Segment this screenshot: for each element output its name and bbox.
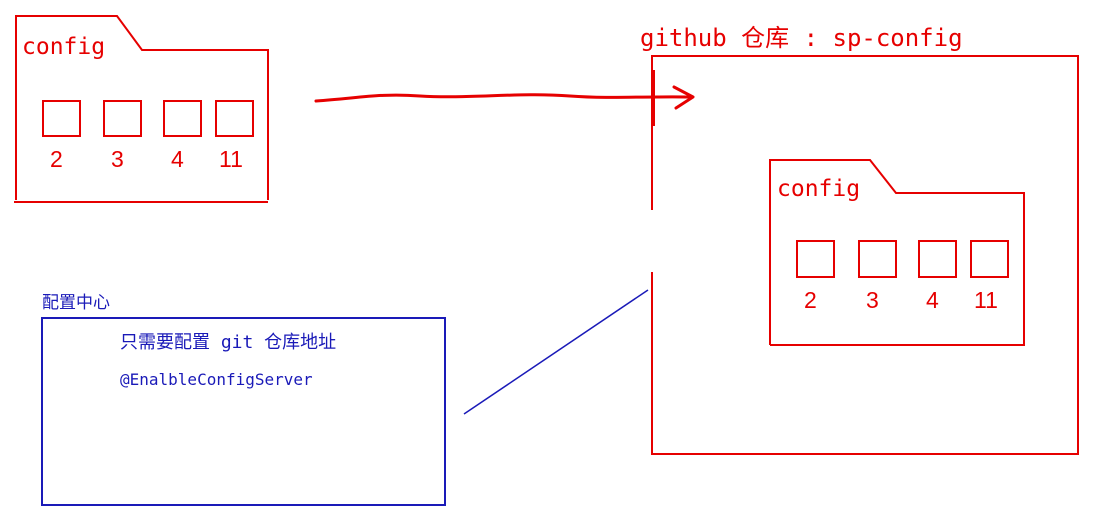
diagram-canvas	[14, 15, 1079, 506]
inner-box-1	[796, 240, 835, 278]
repo-title: github 仓库 : sp-config	[640, 24, 963, 52]
inner-box-4	[970, 240, 1009, 278]
left-box-4	[215, 100, 254, 137]
left-box-1-label: 2	[50, 146, 63, 172]
left-box-2-label: 3	[111, 146, 124, 172]
left-box-3-label: 4	[171, 146, 184, 172]
left-box-2	[103, 100, 142, 137]
left-folder-label: config	[22, 34, 106, 60]
connector-line	[463, 289, 649, 415]
left-box-3	[163, 100, 202, 137]
inner-box-3-label: 4	[926, 287, 939, 313]
config-center-line2: @EnalbleConfigServer	[120, 370, 313, 389]
left-box-4-label: 11	[219, 146, 243, 172]
left-box-1	[42, 100, 81, 137]
inner-box-2	[858, 240, 897, 278]
repo-box-outline	[651, 55, 1079, 455]
inner-box-3	[918, 240, 957, 278]
inner-box-1-label: 2	[804, 287, 817, 313]
inner-box-2-label: 3	[866, 287, 879, 313]
config-center-line1: 只需要配置 git 仓库地址	[120, 332, 337, 353]
config-center-title: 配置中心	[42, 293, 110, 313]
arrow-line	[314, 93, 692, 103]
inner-box-4-label: 11	[974, 287, 998, 313]
inner-folder-label: config	[777, 176, 861, 202]
